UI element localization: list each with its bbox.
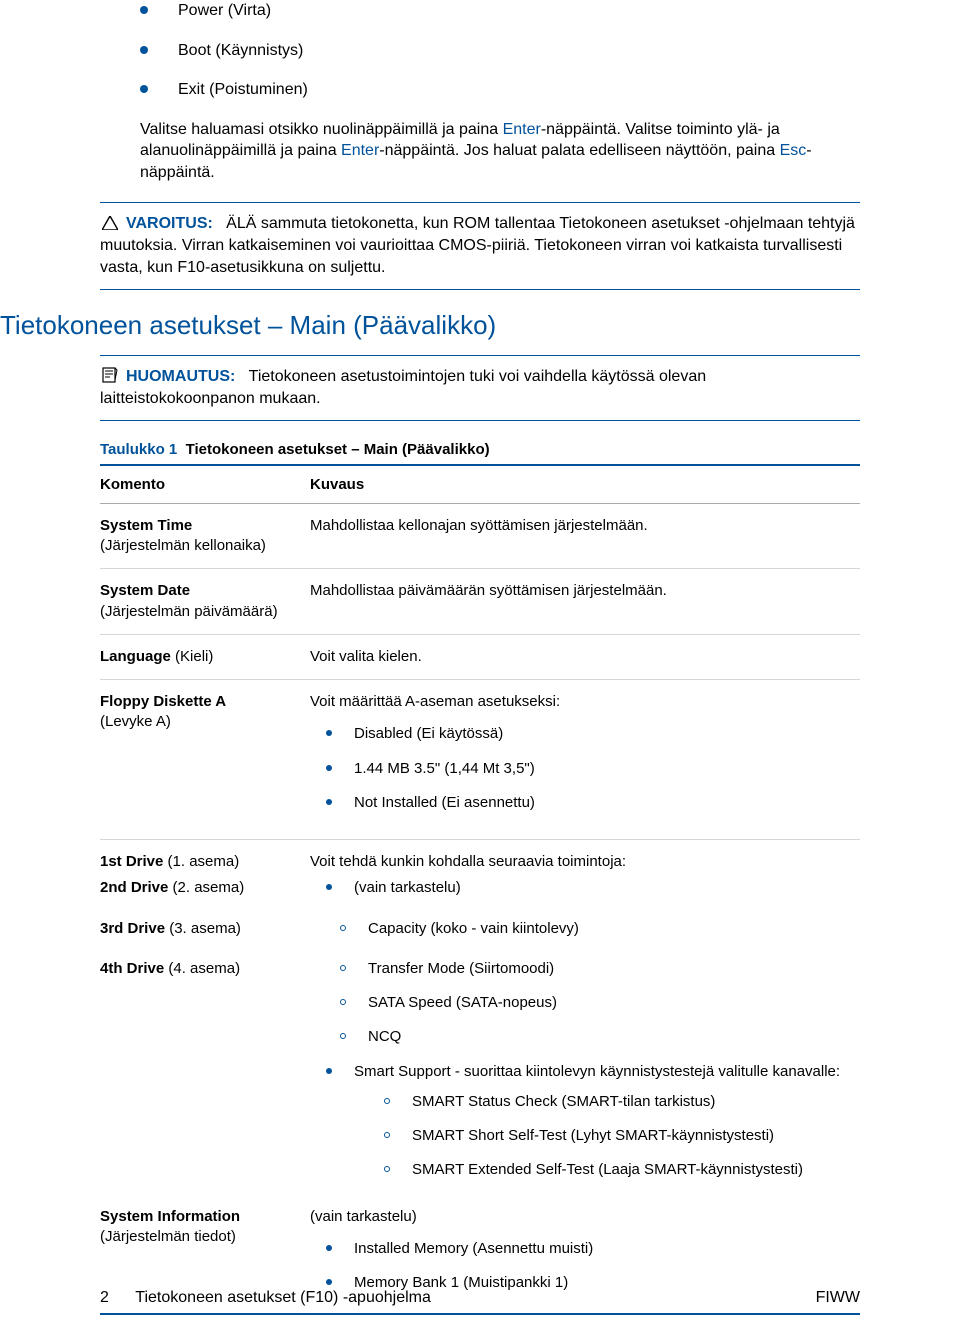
table-number: Taulukko 1 xyxy=(100,441,177,458)
list-item: Smart Support - suorittaa kiintolevyn kä… xyxy=(310,1062,860,1181)
command-sub: (1. asema) xyxy=(168,853,240,870)
command-sub: (Järjestelmän kellonaika) xyxy=(100,537,266,554)
col-header-description: Kuvaus xyxy=(310,466,860,504)
command-desc: Mahdollistaa kellonajan syöttämisen järj… xyxy=(310,503,860,569)
command-name: Floppy Diskette A xyxy=(100,693,226,710)
key-enter: Enter xyxy=(341,142,379,159)
list-item: 1.44 MB 3.5" (1,44 Mt 3,5") xyxy=(310,759,860,779)
warning-label: VAROITUS: xyxy=(126,215,213,232)
option-list: Disabled (Ei käytössä) 1.44 MB 3.5" (1,4… xyxy=(310,724,860,813)
note-callout: HUOMAUTUS: Tietokoneen asetustoimintojen… xyxy=(100,355,860,421)
sub-option-list: Transfer Mode (Siirtomoodi) SATA Speed (… xyxy=(310,959,860,1048)
command-desc: (vain tarkastelu) xyxy=(310,1208,417,1225)
command-name: 1st Drive xyxy=(100,853,163,870)
table-title-text: Tietokoneen asetukset – Main (Päävalikko… xyxy=(186,441,490,458)
command-sub: (Levyke A) xyxy=(100,713,171,730)
page-number: 2 xyxy=(100,1289,109,1306)
list-item: Installed Memory (Asennettu muisti) xyxy=(310,1239,860,1259)
page-footer: 2 Tietokoneen asetukset (F10) -apuohjelm… xyxy=(0,1289,960,1307)
text: Smart Support - suorittaa kiintolevyn kä… xyxy=(354,1063,840,1080)
command-desc: Voit tehdä kunkin kohdalla seuraavia toi… xyxy=(310,840,860,873)
command-name: 3rd Drive xyxy=(100,920,165,937)
footer-left: 2 Tietokoneen asetukset (F10) -apuohjelm… xyxy=(100,1289,431,1307)
list-item: Disabled (Ei käytössä) xyxy=(310,724,860,744)
footer-title: Tietokoneen asetukset (F10) -apuohjelma xyxy=(135,1289,431,1306)
table-row: 1st Drive (1. asema) Voit tehdä kunkin k… xyxy=(100,840,860,873)
command-sub: (4. asema) xyxy=(168,960,240,977)
text: -näppäintä. Jos haluat palata edelliseen… xyxy=(379,142,779,159)
table-row: Language (Kieli) Voit valita kielen. xyxy=(100,634,860,679)
command-sub: (Järjestelmän tiedot) xyxy=(100,1228,236,1245)
text: Valitse haluamasi otsikko nuolinäppäimil… xyxy=(140,121,503,138)
key-enter: Enter xyxy=(503,121,541,138)
command-name: 2nd Drive xyxy=(100,879,168,896)
command-name: Language xyxy=(100,648,171,665)
table-row: 2nd Drive (2. asema) (vain tarkastelu) xyxy=(100,872,860,912)
command-name: System Information xyxy=(100,1208,240,1225)
option-list: Smart Support - suorittaa kiintolevyn kä… xyxy=(310,1062,860,1181)
command-desc: Mahdollistaa päivämäärän syöttämisen jär… xyxy=(310,569,860,635)
list-item: SMART Status Check (SMART-tilan tarkistu… xyxy=(354,1092,860,1112)
table-row: 3rd Drive (3. asema) Capacity (koko - va… xyxy=(100,913,860,953)
intro-bullet-list: Power (Virta) Boot (Käynnistys) Exit (Po… xyxy=(140,0,860,101)
warning-icon xyxy=(100,213,120,235)
list-item: SMART Short Self-Test (Lyhyt SMART-käynn… xyxy=(354,1126,860,1146)
list-item: Boot (Käynnistys) xyxy=(140,40,860,62)
warning-text: ÄLÄ sammuta tietokonetta, kun ROM tallen… xyxy=(100,215,855,276)
list-item: Capacity (koko - vain kiintolevy) xyxy=(310,919,860,939)
sub-option-list: Capacity (koko - vain kiintolevy) xyxy=(310,919,860,939)
list-item: Power (Virta) xyxy=(140,0,860,22)
option-list: Installed Memory (Asennettu muisti) Memo… xyxy=(310,1239,860,1294)
section-heading-main: Tietokoneen asetukset – Main (Päävalikko… xyxy=(0,310,860,341)
col-header-command: Komento xyxy=(100,466,310,504)
sub-option-list: SMART Status Check (SMART-tilan tarkistu… xyxy=(354,1092,860,1181)
page: Power (Virta) Boot (Käynnistys) Exit (Po… xyxy=(0,0,960,1335)
warning-callout: VAROITUS: ÄLÄ sammuta tietokonetta, kun … xyxy=(100,202,860,290)
table-row: Floppy Diskette A (Levyke A) Voit määrit… xyxy=(100,680,860,840)
command-sub: (Kieli) xyxy=(175,648,213,665)
list-item: Transfer Mode (Siirtomoodi) xyxy=(310,959,860,979)
command-name: 4th Drive xyxy=(100,960,164,977)
list-item: Exit (Poistuminen) xyxy=(140,79,860,101)
command-name: System Date xyxy=(100,582,190,599)
intro-paragraph: Valitse haluamasi otsikko nuolinäppäimil… xyxy=(140,119,860,184)
list-item: (vain tarkastelu) xyxy=(310,878,860,898)
table-bottom-rule xyxy=(100,1313,860,1315)
option-list: (vain tarkastelu) xyxy=(310,878,860,898)
command-sub: (Järjestelmän päivämäärä) xyxy=(100,603,278,620)
list-item: NCQ xyxy=(310,1027,860,1047)
command-desc: Voit määrittää A-aseman asetukseksi: xyxy=(310,693,560,710)
settings-table: Komento Kuvaus System Time (Järjestelmän… xyxy=(100,466,860,1308)
table-row: 4th Drive (4. asema) Transfer Mode (Siir… xyxy=(100,953,860,1195)
list-item: Not Installed (Ei asennettu) xyxy=(310,793,860,813)
command-desc: Voit valita kielen. xyxy=(310,634,860,679)
key-esc: Esc xyxy=(780,142,807,159)
note-label: HUOMAUTUS: xyxy=(126,368,235,385)
table-row: System Time (Järjestelmän kellonaika) Ma… xyxy=(100,503,860,569)
command-sub: (3. asema) xyxy=(169,920,241,937)
command-name: System Time xyxy=(100,517,192,534)
footer-right: FIWW xyxy=(816,1289,860,1307)
table-row: System Date (Järjestelmän päivämäärä) Ma… xyxy=(100,569,860,635)
note-icon xyxy=(100,366,120,388)
list-item: SMART Extended Self-Test (Laaja SMART-kä… xyxy=(354,1160,860,1180)
table-caption: Taulukko 1 Tietokoneen asetukset – Main … xyxy=(100,441,860,466)
command-sub: (2. asema) xyxy=(173,879,245,896)
list-item: SATA Speed (SATA-nopeus) xyxy=(310,993,860,1013)
